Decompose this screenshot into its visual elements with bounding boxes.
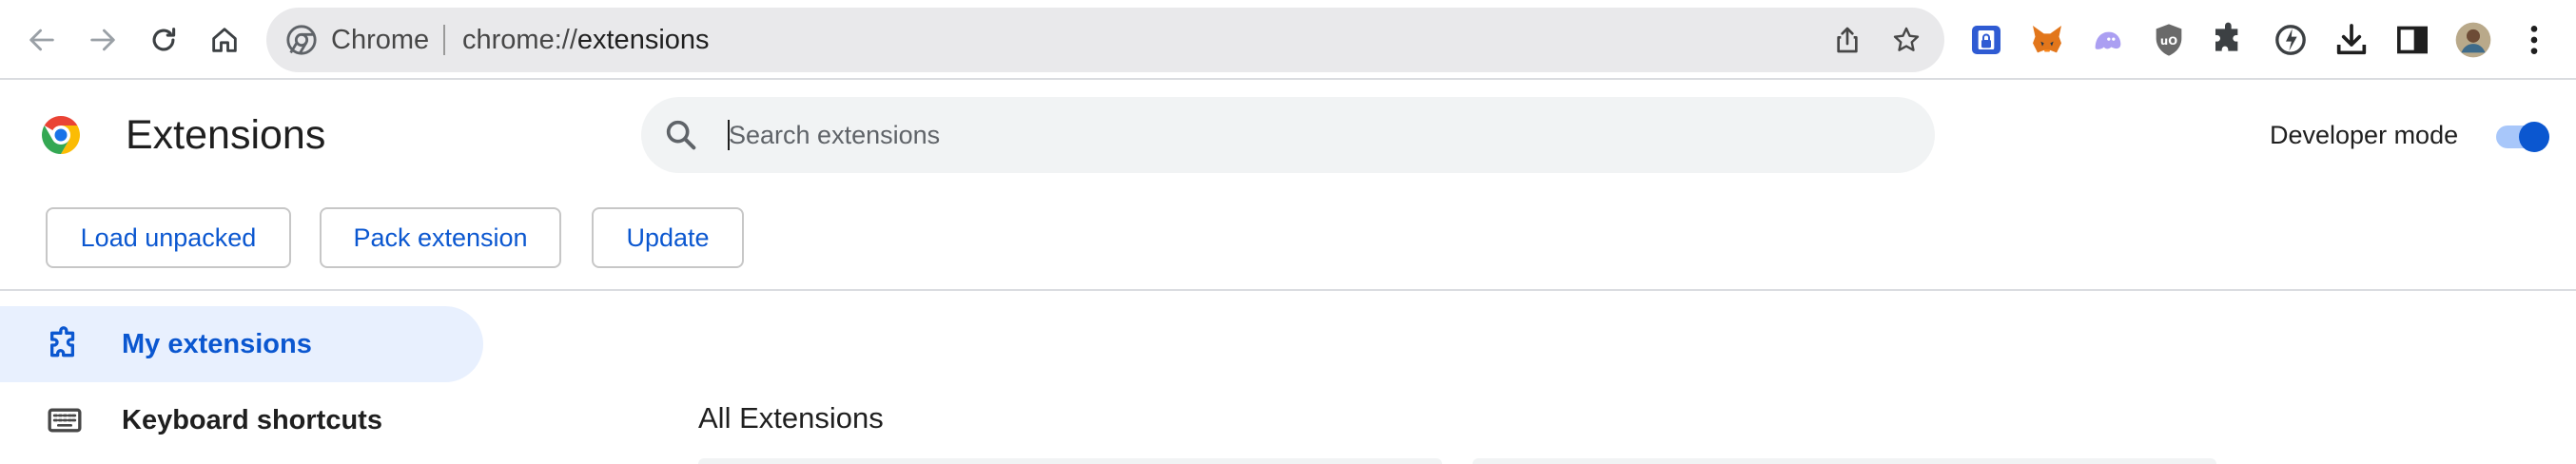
- page-title: Extensions: [126, 112, 326, 158]
- extension-puzzle-icon: [50, 326, 75, 358]
- load-unpacked-button[interactable]: Load unpacked: [46, 207, 291, 268]
- developer-mode-toggle[interactable]: [2492, 118, 2553, 156]
- side-panel-icon: [2397, 26, 2428, 54]
- omnibox-chip: Chrome: [331, 25, 430, 55]
- url-scheme: chrome://: [462, 25, 577, 55]
- omnibox-url[interactable]: chrome://extensions: [462, 8, 710, 72]
- metamask-extension[interactable]: [2026, 19, 2068, 61]
- forward-button[interactable]: [78, 15, 127, 65]
- star-icon: [1893, 27, 1920, 51]
- extension-card: [1473, 458, 2216, 464]
- more-vertical-icon: [2530, 26, 2538, 54]
- ghost-extension[interactable]: [2087, 19, 2129, 61]
- profile-avatar[interactable]: [2452, 19, 2494, 61]
- text-caret: [728, 120, 730, 150]
- search-icon: [666, 120, 696, 150]
- toggle-knob: [2519, 122, 2549, 152]
- sidebar-item-keyboard-shortcuts[interactable]: Keyboard shortcuts: [0, 382, 483, 458]
- share-button[interactable]: [1828, 21, 1866, 59]
- extension-card: [698, 458, 1442, 464]
- ghost-icon: [2095, 31, 2121, 49]
- omnibox-separator: [443, 25, 445, 55]
- password-manager-extension[interactable]: [1965, 19, 2007, 61]
- search-box[interactable]: [641, 97, 1935, 173]
- share-icon: [1837, 27, 1858, 53]
- shield-icon: uO: [2156, 24, 2182, 56]
- back-button[interactable]: [17, 15, 67, 65]
- url-host: extensions: [576, 25, 710, 55]
- home-button[interactable]: [200, 15, 249, 65]
- reload-button[interactable]: [139, 15, 188, 65]
- performance-button[interactable]: [2270, 19, 2312, 61]
- fox-icon: [2033, 26, 2061, 53]
- side-panel-button[interactable]: [2391, 19, 2433, 61]
- svg-text:uO: uO: [2160, 34, 2177, 48]
- home-icon: [212, 28, 237, 52]
- extensions-page: Chrome chrome://extensions uO Extensions…: [0, 0, 2576, 464]
- ublock-extension[interactable]: uO: [2148, 19, 2190, 61]
- omnibox[interactable]: Chrome chrome://extensions: [266, 8, 1944, 72]
- update-button[interactable]: Update: [592, 207, 744, 268]
- puzzle-icon: [2215, 22, 2238, 51]
- lock-shield-icon: [1972, 26, 2000, 54]
- downloads-button[interactable]: [2331, 19, 2372, 61]
- arrow-left-icon: [29, 29, 54, 51]
- keyboard-icon: [48, 408, 82, 433]
- chrome-logo-icon: [42, 116, 80, 154]
- sidebar-item-my-extensions[interactable]: My extensions: [0, 306, 483, 382]
- search-input[interactable]: [729, 97, 1908, 173]
- section-title: All Extensions: [698, 401, 884, 435]
- pack-extension-button[interactable]: Pack extension: [320, 207, 561, 268]
- chrome-menu-button[interactable]: [2513, 19, 2555, 61]
- extensions-menu-button[interactable]: [2209, 19, 2251, 61]
- browser-toolbar: Chrome chrome://extensions uO: [0, 0, 2576, 80]
- sidebar-item-label: My extensions: [122, 329, 312, 359]
- speedometer-leaf-icon: [2275, 25, 2306, 55]
- avatar-icon: [2455, 22, 2491, 58]
- arrow-right-icon: [90, 29, 115, 51]
- download-icon: [2336, 24, 2367, 55]
- chrome-site-icon: [286, 25, 317, 55]
- reload-icon: [152, 28, 176, 51]
- developer-mode-label: Developer mode: [2270, 121, 2459, 149]
- bookmark-button[interactable]: [1887, 21, 1925, 59]
- sidebar-item-label: Keyboard shortcuts: [122, 405, 382, 435]
- header-divider: [0, 289, 2576, 291]
